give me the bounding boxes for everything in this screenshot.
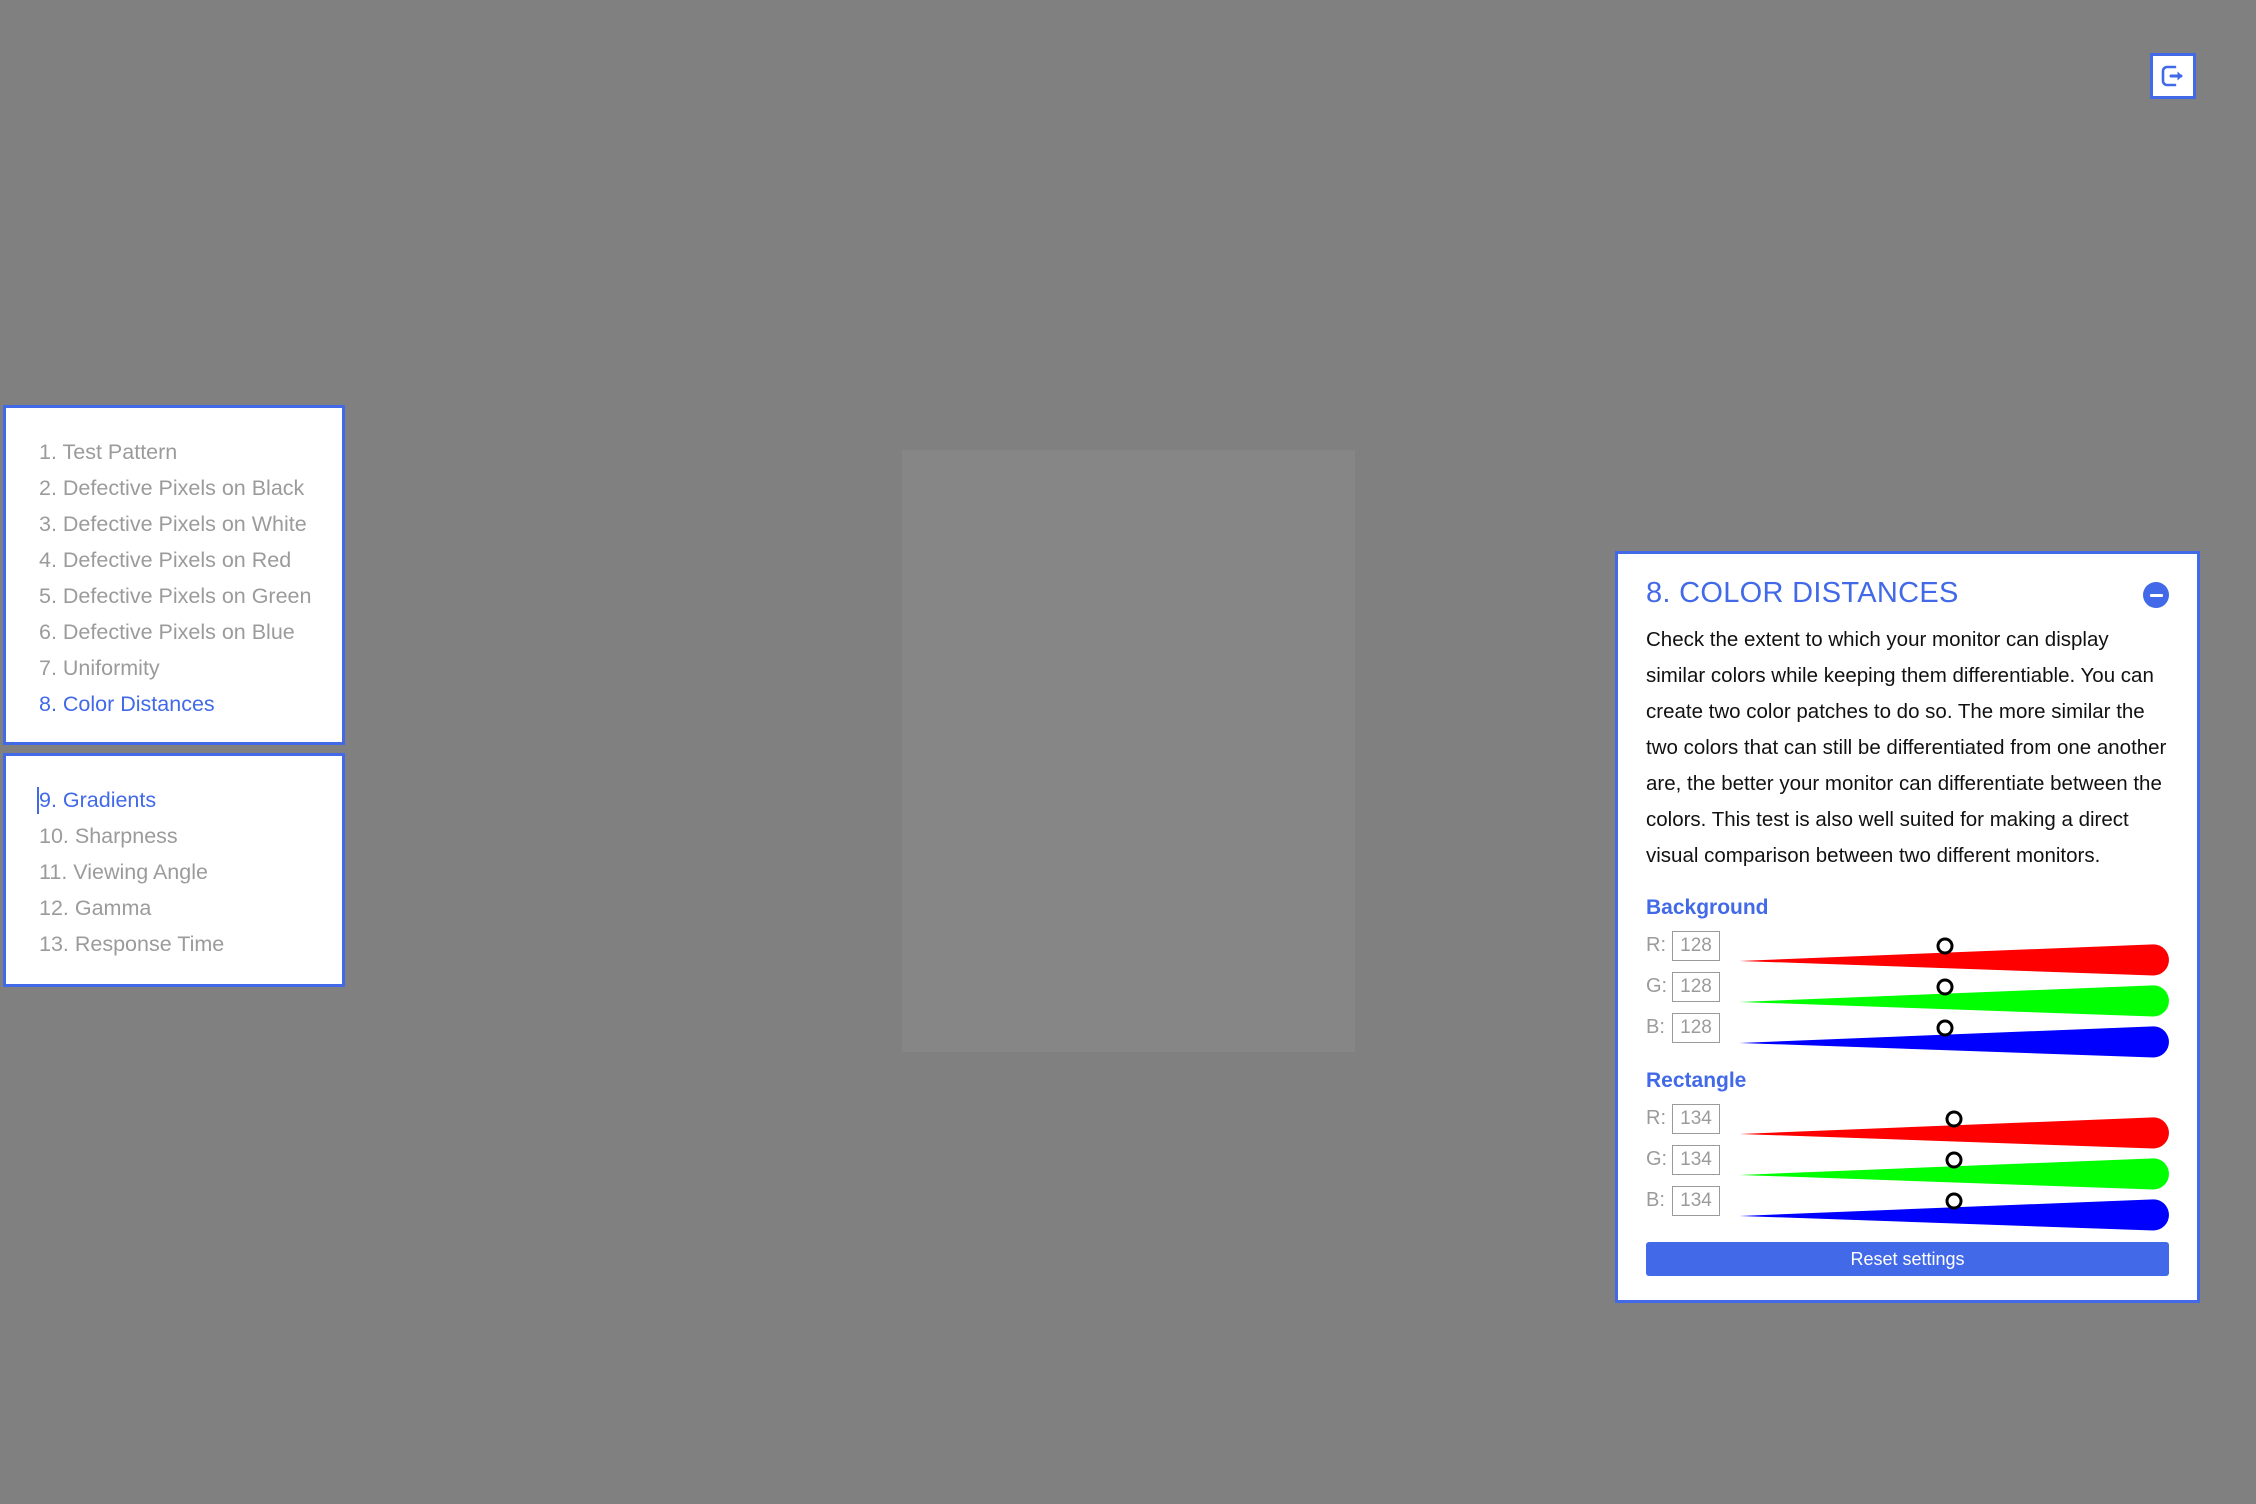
channel-slider[interactable] [1736,1182,2169,1230]
nav-item[interactable]: 2. Defective Pixels on Black [6,470,342,506]
channel-label: G: [1646,975,1668,997]
info-panel: 8. COLOR DISTANCES Check the extent to w… [1615,551,2200,1303]
slider-handle[interactable] [1945,1110,1963,1127]
channel-value-input[interactable] [1672,930,1720,961]
page-title: 8. COLOR DISTANCES [1646,577,1959,609]
nav-item[interactable]: 11. Viewing Angle [6,854,342,890]
channel-label: R: [1646,1107,1666,1129]
nav-item[interactable]: 12. Gamma [6,890,342,926]
nav-item[interactable]: 13. Response Time [6,926,342,962]
channel-groups: BackgroundR:G:B:RectangleR:G:B: [1646,896,2169,1230]
channel-row: B: [1646,1008,2169,1057]
nav-item[interactable]: 6. Defective Pixels on Blue [6,614,342,650]
channel-slider[interactable] [1736,1100,2169,1148]
channel-label: B: [1646,1016,1665,1038]
channel-row: G: [1646,967,2169,1016]
nav-item[interactable]: 5. Defective Pixels on Green [6,578,342,614]
channel-row: G: [1646,1140,2169,1189]
nav-item[interactable]: 10. Sharpness [6,818,342,854]
minus-glyph [2149,593,2163,597]
channel-value-input[interactable] [1672,1103,1720,1134]
slider-handle[interactable] [1936,937,1954,954]
channel-slider[interactable] [1736,1141,2169,1189]
panel-description: Check the extent to which your monitor c… [1646,628,2167,867]
minus-circle-icon[interactable] [2143,582,2169,608]
channel-row: B: [1646,1181,2169,1230]
channel-value-input[interactable] [1672,1144,1720,1175]
exit-button[interactable] [2150,53,2196,99]
channel-row: R: [1646,926,2169,975]
channel-label: B: [1646,1189,1665,1211]
slider-handle[interactable] [1936,978,1954,995]
nav-item[interactable]: 9. Gradients [6,782,342,818]
nav-item[interactable]: 3. Defective Pixels on White [6,506,342,542]
channel-value-input[interactable] [1672,1012,1720,1043]
nav-item[interactable]: 4. Defective Pixels on Red [6,542,342,578]
channel-slider[interactable] [1736,927,2169,975]
group-label: Background [1646,896,1769,919]
channel-value-input[interactable] [1672,971,1720,1002]
channel-label: R: [1646,934,1666,956]
channel-slider[interactable] [1736,1009,2169,1057]
panel-header: 8. COLOR DISTANCES [1646,576,2169,610]
channel-value-input[interactable] [1672,1185,1720,1216]
nav-group-secondary: 9. Gradients 10. Sharpness 11. Viewing Ang… [3,753,345,987]
channel-row: R: [1646,1099,2169,1148]
slider-track [1739,1025,2169,1057]
slider-handle[interactable] [1945,1192,1963,1209]
channel-slider[interactable] [1736,968,2169,1016]
channel-label: G: [1646,1148,1668,1170]
slider-handle[interactable] [1945,1151,1963,1168]
nav-item[interactable]: 7. Uniformity [6,650,342,686]
rectangle-color-patch [902,450,1355,1052]
nav-group-primary: 1. Test Pattern 2. Defective Pixels on Bl… [3,405,345,745]
slider-handle[interactable] [1936,1019,1954,1036]
exit-arrow-icon [2160,63,2186,89]
nav-item[interactable]: 8. Color Distances [6,686,342,722]
nav-item[interactable]: 1. Test Pattern [6,434,342,470]
